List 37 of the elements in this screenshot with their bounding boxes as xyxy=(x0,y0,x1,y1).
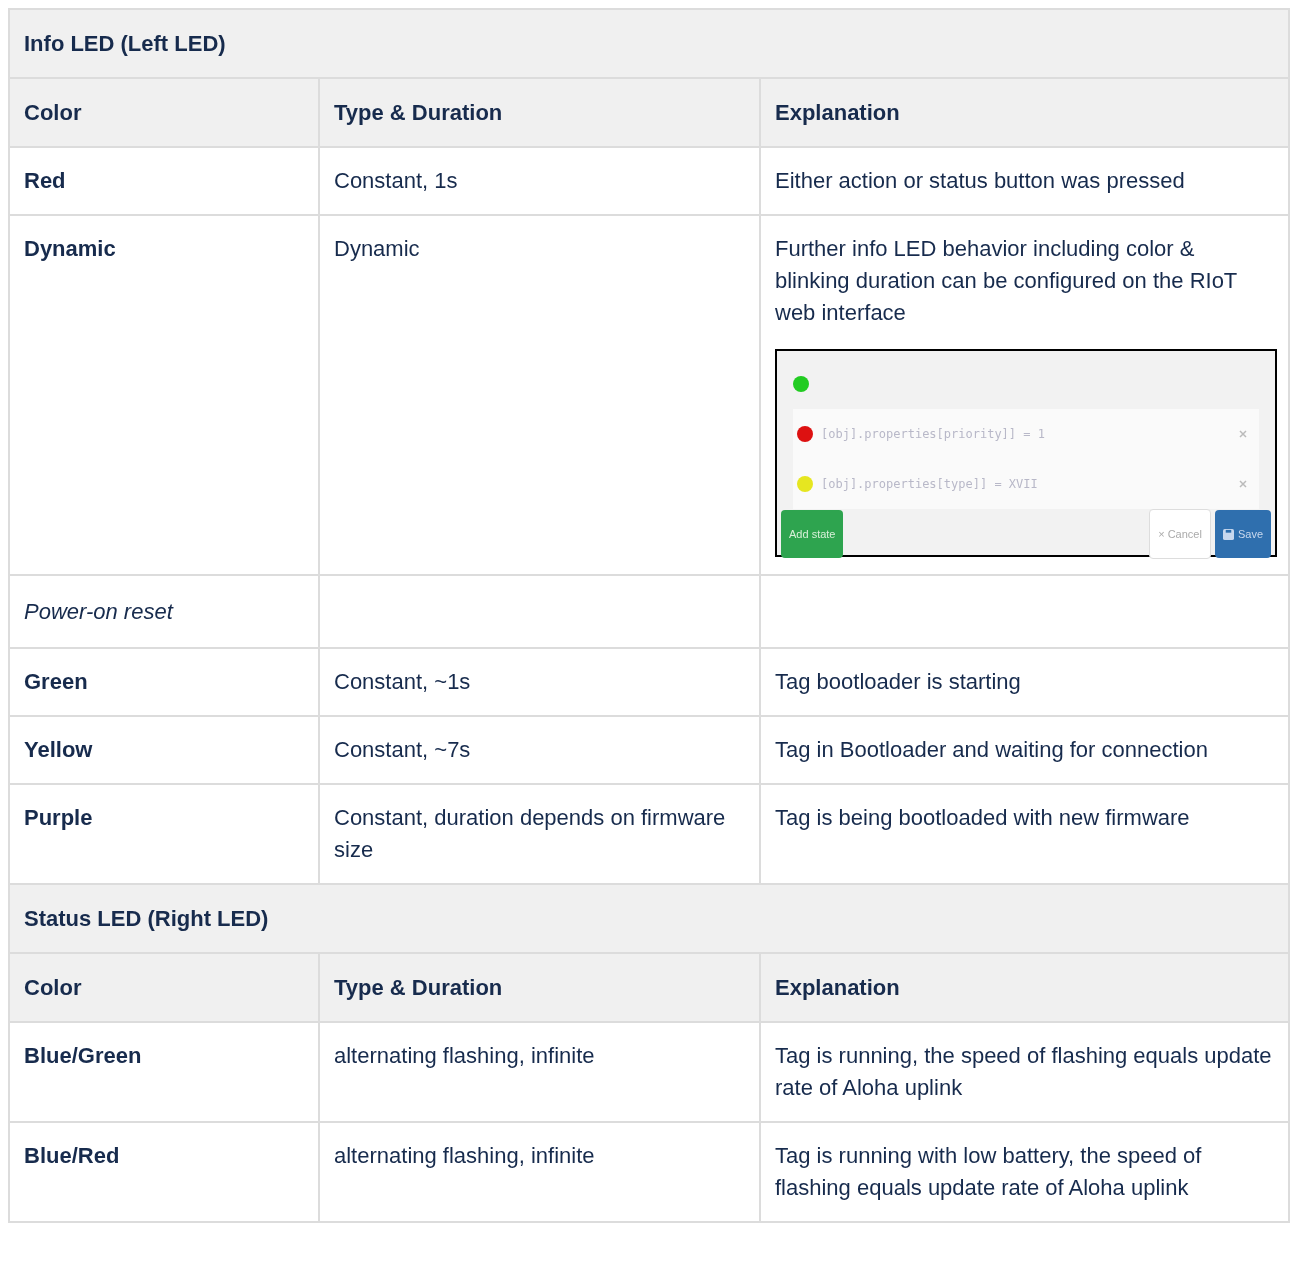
table-cell-text: Tag in Bootloader and waiting for connection xyxy=(775,736,1209,764)
table-cell-text: Tag bootloader is starting xyxy=(775,668,1022,696)
table-cell-text: Purple xyxy=(24,804,94,832)
column-header: Explanation xyxy=(760,78,1289,147)
column-header: Color xyxy=(9,953,319,1022)
table-cell-text: Green xyxy=(24,668,89,696)
table-cell-text: Constant, ~7s xyxy=(334,736,472,764)
close-icon[interactable] xyxy=(1239,430,1247,438)
close-icon[interactable] xyxy=(1239,480,1247,488)
table-cell-text: Red xyxy=(24,167,67,195)
table-cell-text: Dynamic xyxy=(24,235,117,263)
table-cell-text: Tag is being bootloaded with new firmware xyxy=(775,804,1191,832)
column-header: Explanation xyxy=(760,953,1289,1022)
table-cell-text: Constant, ~1s xyxy=(334,668,472,696)
table-cell: Power-on reset xyxy=(9,575,319,648)
cancel-button[interactable]: × Cancel xyxy=(1149,509,1211,559)
state-condition: [obj].properties[priority]] = 1 xyxy=(821,426,1046,443)
table-cell-text: Yellow xyxy=(24,736,94,764)
column-header: Type & Duration xyxy=(319,953,760,1022)
table-cell-text: Constant, 1s xyxy=(334,167,459,195)
section-header: Info LED (Left LED) xyxy=(9,9,1289,78)
add-state-button[interactable]: Add state xyxy=(781,510,844,558)
table-cell-text: Tag is running, the speed of flashing equals update rate of Aloha uplink xyxy=(775,1042,1273,1102)
table-cell-text: Tag is running with low battery, the speed of flashing equals update rate of Aloha uplink xyxy=(775,1142,1203,1202)
column-header: Type & Duration xyxy=(319,78,760,147)
table-cell-text: Dynamic xyxy=(334,235,421,263)
table-cell-text: Blue/Red xyxy=(24,1142,121,1170)
state-condition: [obj].properties[type]] = XVII xyxy=(821,476,1039,493)
table-cell-text: alternating flashing, infinite xyxy=(334,1142,596,1170)
table-cell-text: alternating flashing, infinite xyxy=(334,1042,596,1070)
section-header: Status LED (Right LED) xyxy=(9,884,1289,953)
column-header: Color xyxy=(9,78,319,147)
save-button[interactable]: Save xyxy=(1214,510,1271,558)
table-cell-text: Constant, duration depends on firmware size xyxy=(334,804,727,864)
table-cell-text: Further info LED behavior including color & blinking duration can be configured on the RIoT web interface xyxy=(775,235,1238,327)
table-cell-text: Blue/Green xyxy=(24,1042,143,1070)
table-cell-text: Either action or status button was pressed xyxy=(775,167,1186,195)
